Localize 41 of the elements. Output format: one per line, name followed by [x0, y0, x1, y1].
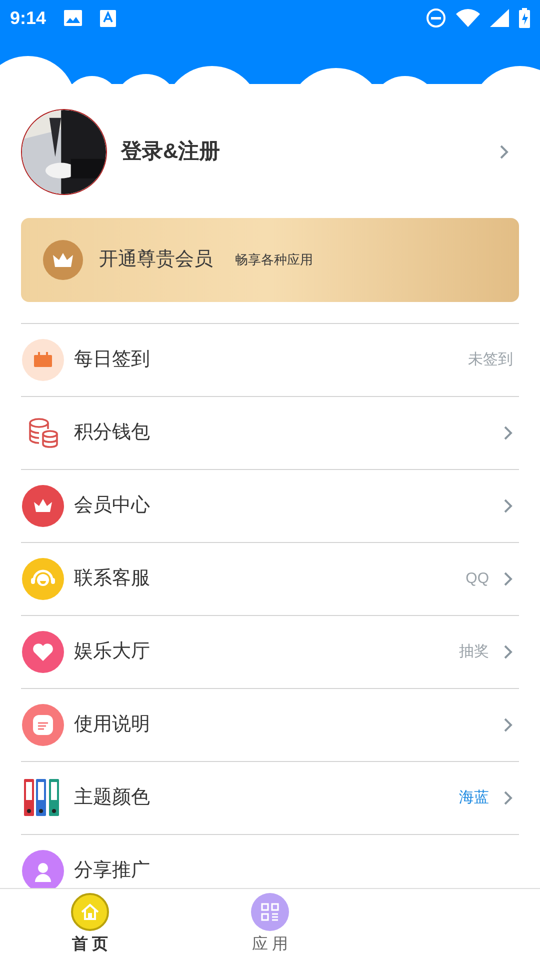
- menu-label: 娱乐大厅: [74, 640, 151, 664]
- menu-value: 未签到: [468, 350, 513, 370]
- login-register-link[interactable]: 登录&注册: [121, 136, 499, 168]
- menu-item[interactable]: 娱乐大厅 抽奖: [21, 616, 519, 689]
- do-not-disturb-icon: [426, 8, 446, 28]
- headset-icon: [22, 558, 64, 600]
- coins-icon: [27, 417, 59, 449]
- menu-label: 联系客服: [74, 566, 151, 591]
- menu-label: 使用说明: [74, 712, 151, 737]
- menu-item[interactable]: 每日签到 未签到: [21, 324, 519, 397]
- wifi-icon: [456, 9, 480, 27]
- menu-item[interactable]: 积分钱包: [21, 397, 519, 470]
- nav-tab[interactable]: 首 页: [0, 889, 180, 960]
- menu-label: 每日签到: [74, 348, 151, 372]
- menu-label: 会员中心: [74, 494, 151, 518]
- image-icon: [64, 10, 82, 26]
- menu-value: 海蓝: [459, 788, 489, 808]
- menu-label: 分享推广: [74, 858, 151, 883]
- vip-subtitle: 畅享各种应用: [235, 251, 313, 270]
- menu-label: 主题颜色: [74, 786, 151, 810]
- menu-item[interactable]: 主题颜色 海蓝: [21, 762, 519, 835]
- crown-icon: [22, 485, 64, 527]
- vip-title: 开通尊贵会员: [99, 248, 213, 272]
- keyboard-icon: [100, 10, 116, 26]
- signal-icon: [490, 9, 509, 27]
- crown-icon: [43, 240, 83, 280]
- menu-value: 抽奖: [459, 642, 489, 662]
- battery-icon: [519, 8, 530, 28]
- status-time: 9:14: [10, 6, 46, 30]
- document-icon: [22, 704, 64, 746]
- menu-item[interactable]: 使用说明: [21, 689, 519, 762]
- menu-item[interactable]: 会员中心: [21, 470, 519, 543]
- menu-label: 积分钱包: [74, 420, 151, 445]
- grid-icon: [251, 892, 289, 930]
- vip-banner[interactable]: 开通尊贵会员 畅享各种应用: [21, 218, 519, 302]
- chevron-icon: [499, 144, 509, 160]
- calendar-icon: [22, 339, 64, 381]
- menu-item[interactable]: 联系客服 QQ: [21, 543, 519, 616]
- home-icon: [71, 892, 109, 930]
- nav-tab[interactable]: 应 用: [180, 889, 360, 960]
- menu-value: QQ: [466, 568, 489, 589]
